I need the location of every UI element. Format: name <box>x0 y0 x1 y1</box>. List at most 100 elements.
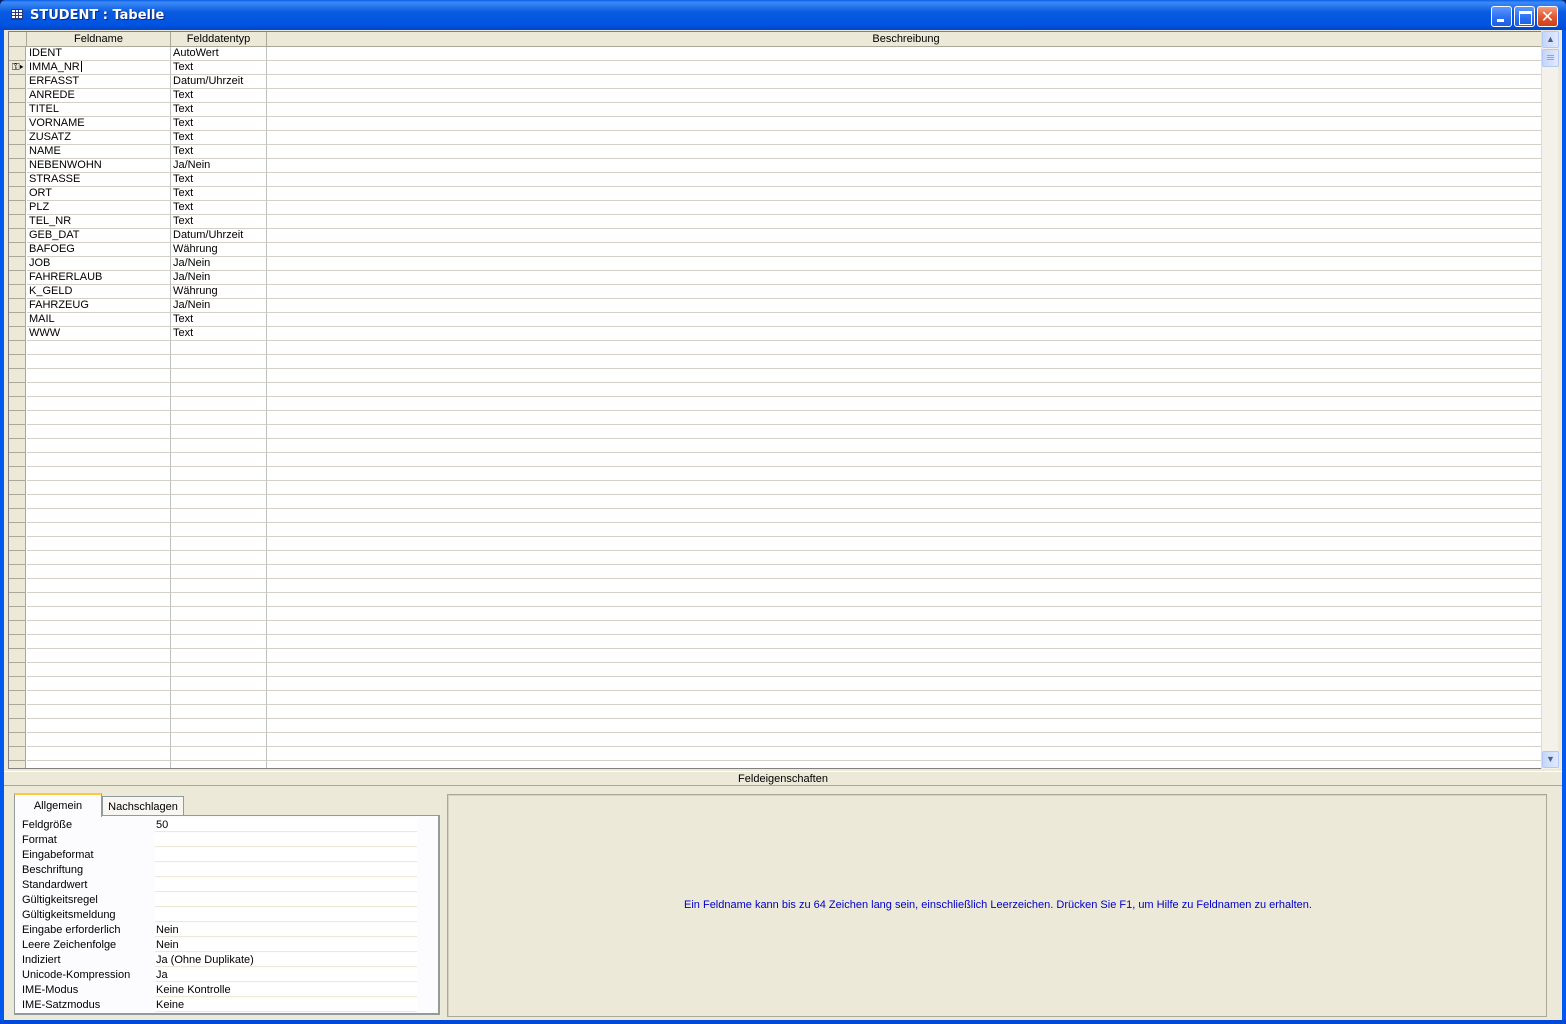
field-type-cell[interactable] <box>171 537 267 551</box>
field-type-cell[interactable]: Datum/Uhrzeit <box>171 75 267 89</box>
property-value-field[interactable]: Keine Kontrolle <box>155 983 417 997</box>
field-description-cell[interactable] <box>267 271 1544 285</box>
field-description-cell[interactable] <box>267 47 1544 61</box>
field-name-cell[interactable] <box>27 509 171 523</box>
field-name-cell[interactable] <box>27 439 171 453</box>
field-type-cell[interactable]: Text <box>171 89 267 103</box>
field-type-cell[interactable] <box>171 607 267 621</box>
field-type-cell[interactable] <box>171 383 267 397</box>
row-selector[interactable] <box>9 187 26 201</box>
field-name-cell[interactable]: STRASSE <box>27 173 171 187</box>
field-name-cell[interactable]: ORT <box>27 187 171 201</box>
row-selector[interactable] <box>9 551 26 565</box>
field-type-cell[interactable] <box>171 355 267 369</box>
row-selector[interactable] <box>9 719 26 733</box>
field-type-cell[interactable] <box>171 719 267 733</box>
row-selector[interactable] <box>9 355 26 369</box>
field-description-cell[interactable] <box>267 719 1544 733</box>
tab-allgemein[interactable]: Allgemein <box>14 793 102 817</box>
property-value-field[interactable] <box>155 878 417 892</box>
field-description-cell[interactable] <box>267 705 1544 719</box>
field-description-cell[interactable] <box>267 621 1544 635</box>
field-name-cell[interactable] <box>27 705 171 719</box>
field-description-cell[interactable] <box>267 761 1544 768</box>
row-selector[interactable] <box>9 257 26 271</box>
row-selector[interactable] <box>9 285 26 299</box>
field-type-cell[interactable] <box>171 579 267 593</box>
field-type-cell[interactable]: Text <box>171 117 267 131</box>
field-name-cell[interactable]: ERFASST <box>27 75 171 89</box>
field-name-cell[interactable]: WWW <box>27 327 171 341</box>
field-name-cell[interactable] <box>27 593 171 607</box>
field-description-cell[interactable] <box>267 691 1544 705</box>
row-selector[interactable] <box>9 761 26 768</box>
field-type-cell[interactable] <box>171 439 267 453</box>
field-description-cell[interactable] <box>267 103 1544 117</box>
row-selector[interactable] <box>9 89 26 103</box>
field-name-cell[interactable] <box>27 565 171 579</box>
field-description-cell[interactable] <box>267 747 1544 761</box>
field-name-cell[interactable]: GEB_DAT <box>27 229 171 243</box>
field-type-cell[interactable] <box>171 593 267 607</box>
property-value-field[interactable] <box>155 863 417 877</box>
row-selector[interactable] <box>9 705 26 719</box>
field-type-cell[interactable] <box>171 677 267 691</box>
field-type-cell[interactable] <box>171 649 267 663</box>
field-name-cell[interactable]: BAFOEG <box>27 243 171 257</box>
row-selector[interactable] <box>9 131 26 145</box>
field-description-cell[interactable] <box>267 733 1544 747</box>
vertical-scrollbar[interactable]: ▲ ▼ <box>1541 31 1559 769</box>
row-selector[interactable] <box>9 691 26 705</box>
row-selector[interactable] <box>9 621 26 635</box>
row-selector[interactable] <box>9 411 26 425</box>
field-name-cell[interactable] <box>27 369 171 383</box>
field-type-cell[interactable] <box>171 635 267 649</box>
field-name-cell[interactable] <box>27 551 171 565</box>
row-selector[interactable] <box>9 495 26 509</box>
field-description-cell[interactable] <box>267 327 1544 341</box>
row-selector[interactable] <box>9 313 26 327</box>
row-selector[interactable] <box>9 215 26 229</box>
row-selector[interactable] <box>9 341 26 355</box>
property-value-field[interactable]: Keine <box>155 998 417 1012</box>
maximize-button[interactable] <box>1514 6 1535 27</box>
row-selector[interactable] <box>9 397 26 411</box>
property-value-field[interactable]: 50 <box>155 818 417 832</box>
row-selector[interactable] <box>9 663 26 677</box>
row-selector[interactable] <box>9 607 26 621</box>
field-description-cell[interactable] <box>267 579 1544 593</box>
row-selector[interactable] <box>9 145 26 159</box>
row-selector[interactable] <box>9 677 26 691</box>
row-selector[interactable] <box>9 425 26 439</box>
row-selector[interactable] <box>9 509 26 523</box>
field-description-cell[interactable] <box>267 397 1544 411</box>
table-icon[interactable] <box>11 9 23 20</box>
field-description-cell[interactable] <box>267 537 1544 551</box>
field-name-cell[interactable]: TEL_NR <box>27 215 171 229</box>
field-name-cell[interactable] <box>27 607 171 621</box>
field-name-cell[interactable] <box>27 397 171 411</box>
field-type-cell[interactable] <box>171 551 267 565</box>
field-type-cell[interactable] <box>171 733 267 747</box>
row-selector[interactable] <box>9 103 26 117</box>
row-selector[interactable] <box>9 75 26 89</box>
property-value-field[interactable]: Nein <box>155 938 417 952</box>
field-name-cell[interactable] <box>27 663 171 677</box>
field-type-cell[interactable] <box>171 509 267 523</box>
field-name-cell[interactable] <box>27 621 171 635</box>
field-name-cell[interactable]: ANREDE <box>27 89 171 103</box>
field-description-cell[interactable] <box>267 439 1544 453</box>
field-description-cell[interactable] <box>267 131 1544 145</box>
field-description-cell[interactable] <box>267 425 1544 439</box>
field-type-cell[interactable]: Text <box>171 201 267 215</box>
field-description-cell[interactable] <box>267 453 1544 467</box>
field-description-cell[interactable] <box>267 551 1544 565</box>
field-name-cell[interactable]: PLZ <box>27 201 171 215</box>
scroll-down-button[interactable]: ▼ <box>1542 751 1559 768</box>
field-name-cell[interactable]: IDENT <box>27 47 171 61</box>
scroll-thumb[interactable] <box>1542 49 1559 67</box>
field-description-cell[interactable] <box>267 299 1544 313</box>
row-selector[interactable] <box>9 243 26 257</box>
field-type-cell[interactable]: Text <box>171 131 267 145</box>
property-value-field[interactable] <box>155 833 417 847</box>
